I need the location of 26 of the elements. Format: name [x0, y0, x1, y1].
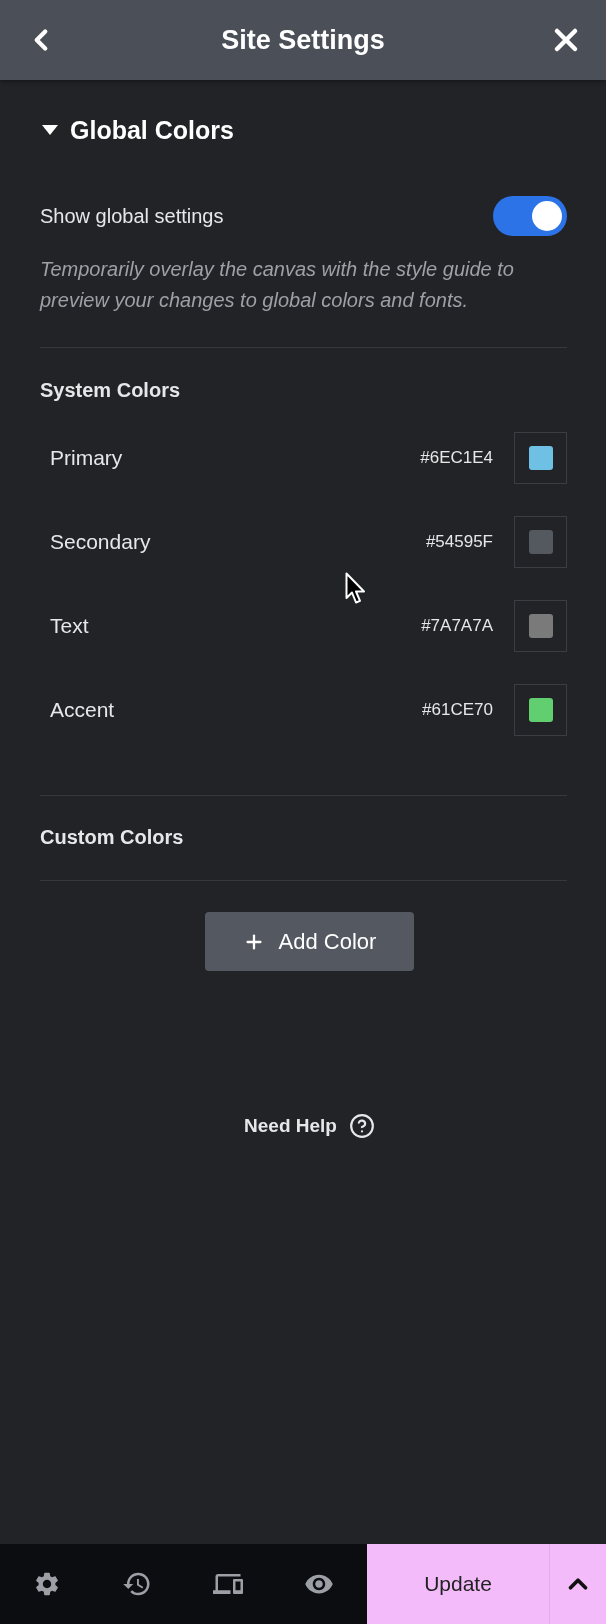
color-name: Accent: [50, 698, 116, 722]
mouse-pointer-icon: [345, 572, 367, 606]
subsection-title: System Colors: [40, 378, 182, 402]
description-text: Temporarily overlay the canvas with the style guide to preview your changes to global colors and fonts.: [40, 257, 515, 313]
section-title[interactable]: Global Colors: [70, 115, 234, 145]
color-name: Primary: [50, 446, 124, 470]
color-name: Text: [50, 614, 90, 638]
color-value: #6EC1E4: [420, 448, 493, 468]
add-color-button[interactable]: Add Color: [205, 912, 414, 971]
color-value: #54595F: [425, 532, 493, 552]
help-link[interactable]: Need Help: [244, 1115, 337, 1137]
toggle-label: Show global settings: [40, 204, 224, 228]
panel-title: Site Settings: [221, 24, 385, 56]
caret-icon[interactable]: [42, 125, 58, 135]
color-name: Secondary: [50, 530, 152, 554]
toggle-switch[interactable]: [493, 196, 567, 236]
update-button[interactable]: Update: [367, 1544, 549, 1624]
help-icon[interactable]: [348, 1113, 375, 1139]
color-value: #61CE70: [422, 700, 493, 720]
subsection-title: Custom Colors: [40, 825, 185, 849]
color-picker-button[interactable]: [514, 432, 567, 484]
color-picker-button[interactable]: [514, 600, 567, 652]
color-picker-button[interactable]: [514, 516, 567, 568]
color-picker-button[interactable]: [514, 684, 567, 736]
settings-icon[interactable]: [33, 1570, 61, 1598]
color-value: #7A7A7A: [421, 616, 493, 636]
